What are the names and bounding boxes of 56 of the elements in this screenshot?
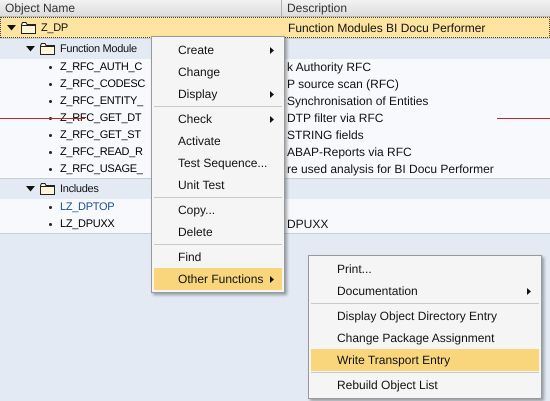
menu-item[interactable]: Display Object Directory Entry: [311, 305, 539, 327]
menu-item[interactable]: Activate: [154, 130, 282, 152]
bullet-icon: [49, 66, 52, 68]
bullet-icon: [49, 100, 52, 102]
object-name[interactable]: Z_RFC_GET_ST: [60, 129, 141, 141]
object-name[interactable]: Includes: [60, 182, 99, 194]
object-name[interactable]: LZ_DPTOP: [60, 201, 114, 213]
object-name[interactable]: Z_RFC_READ_R: [60, 146, 143, 158]
object-name[interactable]: LZ_DPUXX: [60, 218, 114, 230]
menu-item[interactable]: Change Package Assignment: [311, 327, 539, 349]
object-name[interactable]: Function Module: [60, 42, 137, 54]
object-description: DPUXX: [287, 217, 328, 231]
menu-item[interactable]: Find: [154, 246, 282, 268]
menu-item[interactable]: Change: [154, 61, 282, 83]
menu-item[interactable]: Check: [154, 108, 282, 130]
menu-item[interactable]: Rebuild Object List: [311, 374, 539, 396]
object-name[interactable]: Z_RFC_USAGE_: [60, 163, 143, 175]
object-description: k Authority RFC: [287, 60, 372, 74]
menu-item[interactable]: Print...: [311, 258, 539, 280]
folder-icon: [21, 22, 36, 34]
menu-item[interactable]: Other Functions: [154, 268, 282, 290]
folder-icon: [40, 182, 55, 194]
bullet-icon: [49, 222, 52, 226]
annotation-line: [497, 118, 550, 119]
collapse-icon[interactable]: [7, 24, 16, 30]
object-description: P source scan (RFC): [287, 77, 399, 91]
object-name[interactable]: Z_RFC_AUTH_C: [60, 61, 142, 73]
bullet-icon: [49, 134, 52, 136]
column-header[interactable]: Object Name: [0, 0, 282, 16]
menu-item[interactable]: Test Sequence...: [154, 152, 282, 174]
object-description: re used analysis for BI Docu Performer: [287, 162, 494, 176]
bullet-icon: [49, 82, 52, 86]
object-description: Function Modules BI Docu Performer: [288, 20, 486, 34]
column-header[interactable]: Description: [282, 0, 550, 16]
folder-icon: [40, 42, 55, 54]
object-name[interactable]: Z_RFC_GET_DT: [60, 112, 142, 124]
object-name[interactable]: Z_DP: [41, 22, 68, 34]
menu-item[interactable]: Create: [154, 39, 282, 61]
menu-item[interactable]: Delete: [154, 221, 282, 243]
object-description: ABAP-Reports via RFC: [287, 145, 412, 159]
collapse-icon[interactable]: [26, 186, 35, 192]
collapse-icon[interactable]: [26, 46, 35, 52]
object-name[interactable]: Z_RFC_CODESC: [60, 78, 146, 90]
menu-item[interactable]: Write Transport Entry: [311, 349, 539, 371]
selected-row[interactable]: Z_DP Function Modules BI Docu Performer: [0, 17, 550, 38]
object-name[interactable]: Z_RFC_ENTITY_: [60, 95, 143, 107]
menu-item[interactable]: Display: [154, 83, 282, 105]
object-description: STRING fields: [287, 128, 364, 142]
bullet-icon: [49, 168, 52, 170]
menu-item[interactable]: Documentation: [311, 280, 539, 302]
menu-item[interactable]: Unit Test: [154, 174, 282, 196]
bullet-icon: [49, 206, 52, 208]
object-description: DTP filter via RFC: [287, 111, 384, 125]
menu-item[interactable]: Copy...: [154, 199, 282, 221]
bullet-icon: [49, 150, 52, 154]
object-description: Synchronisation of Entities: [287, 94, 428, 108]
